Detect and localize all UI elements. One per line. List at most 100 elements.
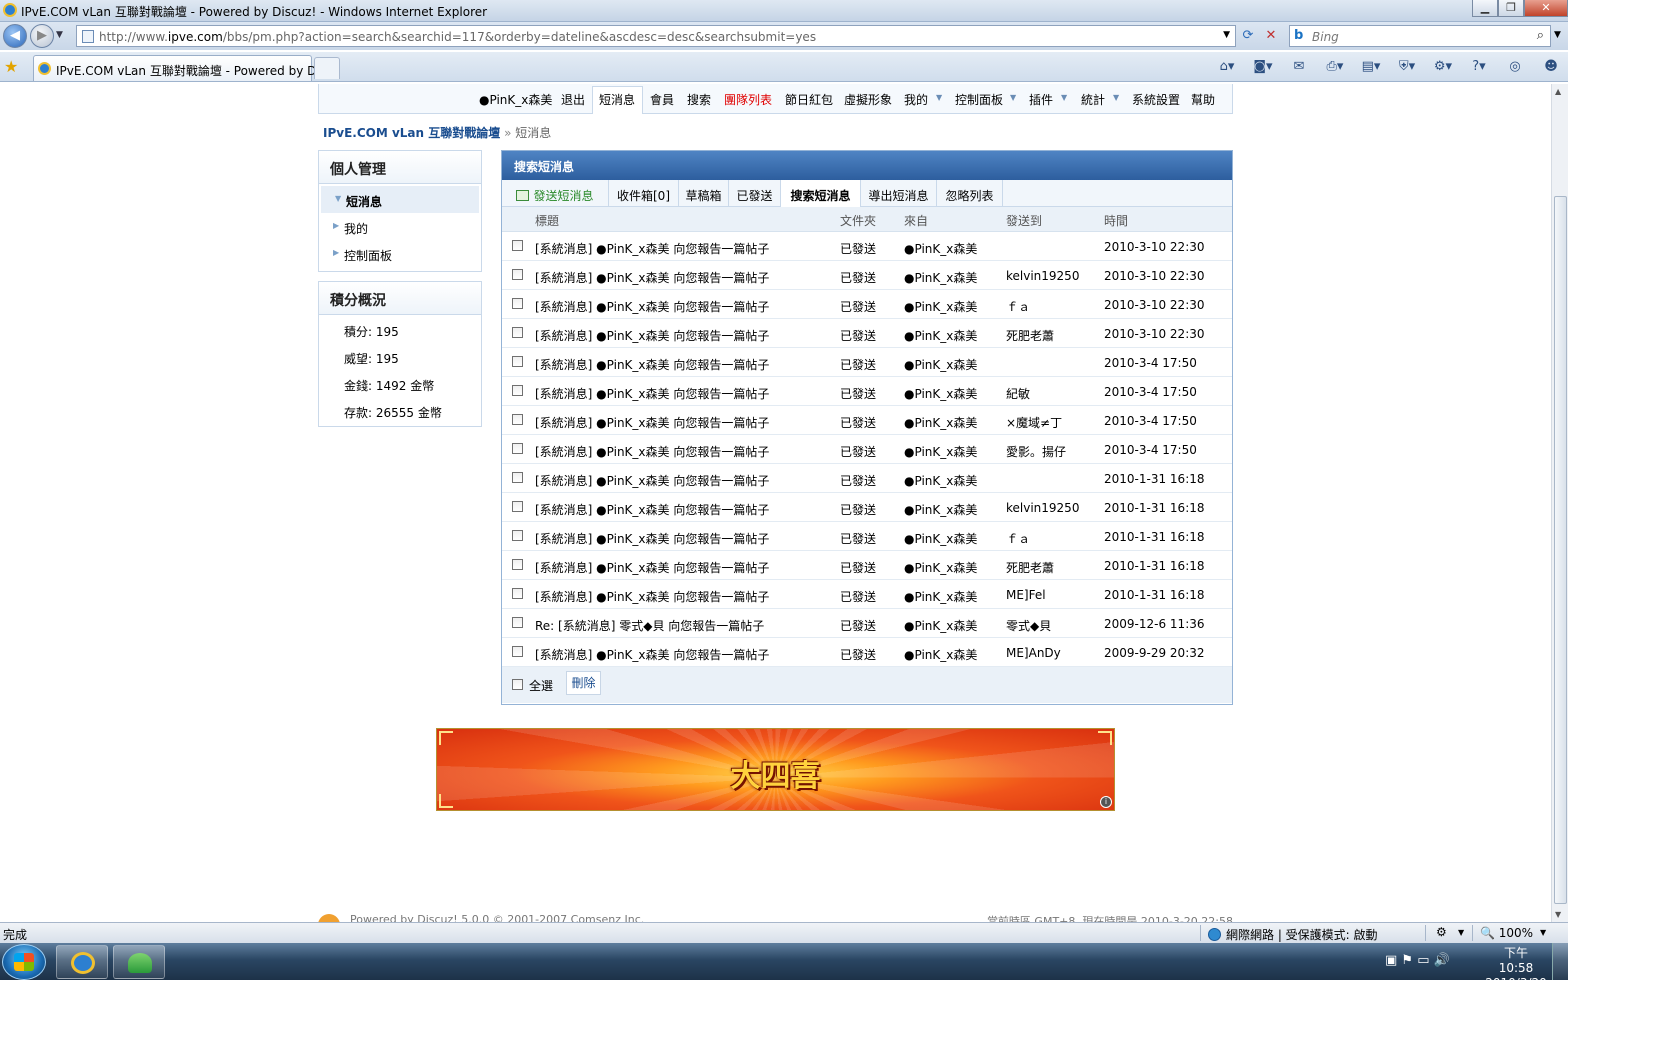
tab-drafts[interactable]: 草稿箱 xyxy=(679,180,729,207)
row-checkbox[interactable] xyxy=(512,385,523,396)
table-row[interactable]: [系統消息] ●PinK_x森美 向您報告一篇帖子 已發送 ●PinK_x森美 kel… xyxy=(502,493,1232,522)
message-to[interactable]: kelvin19250 xyxy=(1006,501,1079,515)
message-to[interactable]: 愛影。揚仔 xyxy=(1006,443,1066,460)
tab-ignore-list[interactable]: 忽略列表 xyxy=(937,180,1003,207)
new-tab-button[interactable] xyxy=(314,57,340,79)
table-row[interactable]: [系統消息] ●PinK_x森美 向您報告一篇帖子 已發送 ●PinK_x森美 紀敏 2… xyxy=(502,377,1232,406)
row-checkbox[interactable] xyxy=(512,646,523,657)
nav-virtual-avatar[interactable]: 虛擬形象 xyxy=(844,91,892,108)
row-checkbox[interactable] xyxy=(512,356,523,367)
message-from[interactable]: ●PinK_x森美 xyxy=(904,530,977,547)
message-from[interactable]: ●PinK_x森美 xyxy=(904,385,977,402)
tab-search-messages[interactable]: 搜索短消息 xyxy=(781,180,861,208)
nav-search[interactable]: 搜索 xyxy=(687,91,711,108)
breadcrumb-home[interactable]: IPvE.COM vLan 互聯對戰論壇 xyxy=(323,126,500,140)
home-icon[interactable]: ⌂▾ xyxy=(1210,56,1244,78)
row-checkbox[interactable] xyxy=(512,501,523,512)
message-to[interactable]: kelvin19250 xyxy=(1006,269,1079,283)
message-subject[interactable]: [系統消息] ●PinK_x森美 向您報告一篇帖子 xyxy=(535,240,769,257)
message-to[interactable]: ME]Fel xyxy=(1006,588,1046,602)
row-checkbox[interactable] xyxy=(512,443,523,454)
protected-mode-dropdown-icon[interactable]: ▼ xyxy=(1458,928,1464,937)
protected-mode-icon[interactable]: ⚙ xyxy=(1436,925,1447,939)
table-row[interactable]: [系統消息] ●PinK_x森美 向您報告一篇帖子 已發送 ●PinK_x森美 死肥老… xyxy=(502,551,1232,580)
tab-active[interactable]: IPvE.COM vLan 互聯對戰論壇 - Powered by Dis... xyxy=(33,55,337,81)
nav-holiday-redpacket[interactable]: 節日紅包 xyxy=(785,91,833,108)
tools-gear-icon[interactable]: ⚙▾ xyxy=(1426,56,1460,78)
message-to[interactable]: ｆａ xyxy=(1006,530,1030,547)
safety-menu-icon[interactable]: ⛨▾ xyxy=(1390,56,1424,78)
table-row[interactable]: Re: [系統消息] 零式◆貝 向您報告一篇帖子 已發送 ●PinK_x森美 零式◆貝… xyxy=(502,609,1232,638)
select-all-checkbox[interactable] xyxy=(512,679,523,690)
message-subject[interactable]: [系統消息] ●PinK_x森美 向您報告一篇帖子 xyxy=(535,327,769,344)
message-from[interactable]: ●PinK_x森美 xyxy=(904,240,977,257)
tab-sent[interactable]: 已發送 xyxy=(729,180,781,207)
message-to[interactable]: ME]AnDy xyxy=(1006,646,1061,660)
sidebar-item-my[interactable]: ▶ 我的 xyxy=(319,213,481,240)
tab-export-messages[interactable]: 導出短消息 xyxy=(861,180,937,207)
message-from[interactable]: ●PinK_x森美 xyxy=(904,443,977,460)
nav-my[interactable]: 我的 xyxy=(904,91,928,108)
table-row[interactable]: [系統消息] ●PinK_x森美 向您報告一篇帖子 已發送 ●PinK_x森美 201… xyxy=(502,464,1232,493)
taskbar-clock[interactable]: 下午 10:58 2010/3/20 xyxy=(1485,946,1547,991)
back-button[interactable]: ◀ xyxy=(3,24,27,48)
search-input[interactable]: b Bing ⌕ xyxy=(1289,25,1551,47)
start-button[interactable] xyxy=(2,944,46,980)
nav-members[interactable]: 會員 xyxy=(650,91,674,108)
message-from[interactable]: ●PinK_x森美 xyxy=(904,327,977,344)
minimize-button[interactable]: ▁ xyxy=(1472,0,1498,17)
scroll-down-icon[interactable]: ▼ xyxy=(1555,910,1561,919)
taskbar-ie-button[interactable] xyxy=(56,945,108,979)
zoom-level[interactable]: 🔍 100% xyxy=(1480,926,1533,940)
message-subject[interactable]: [系統消息] ●PinK_x森美 向您報告一篇帖子 xyxy=(535,472,769,489)
nav-stats-dropdown-icon[interactable]: ▼ xyxy=(1113,93,1119,102)
table-row[interactable]: [系統消息] ●PinK_x森美 向您報告一篇帖子 已發送 ●PinK_x森美 ｆａ 2… xyxy=(502,290,1232,319)
message-from[interactable]: ●PinK_x森美 xyxy=(904,472,977,489)
message-from[interactable]: ●PinK_x森美 xyxy=(904,269,977,286)
message-to[interactable]: 紀敏 xyxy=(1006,385,1030,402)
message-to[interactable]: ｆａ xyxy=(1006,298,1030,315)
message-from[interactable]: ●PinK_x森美 xyxy=(904,617,977,634)
nav-system-settings[interactable]: 系統設置 xyxy=(1132,91,1180,108)
table-row[interactable]: [系統消息] ●PinK_x森美 向您報告一篇帖子 已發送 ●PinK_x森美 ME]… xyxy=(502,638,1232,667)
message-from[interactable]: ●PinK_x森美 xyxy=(904,414,977,431)
address-dropdown-icon[interactable]: ▼ xyxy=(1223,30,1230,40)
table-row[interactable]: [系統消息] ●PinK_x森美 向您報告一篇帖子 已發送 ●PinK_x森美 死肥老… xyxy=(502,319,1232,348)
nav-my-dropdown-icon[interactable]: ▼ xyxy=(936,93,942,102)
message-subject[interactable]: [系統消息] ●PinK_x森美 向您報告一篇帖子 xyxy=(535,588,769,605)
table-row[interactable]: [系統消息] ●PinK_x森美 向您報告一篇帖子 已發送 ●PinK_x森美 kel… xyxy=(502,261,1232,290)
message-to[interactable]: ×魔域≠丁 xyxy=(1006,414,1062,431)
message-from[interactable]: ●PinK_x森美 xyxy=(904,588,977,605)
table-row[interactable]: [系統消息] ●PinK_x森美 向您報告一篇帖子 已發送 ●PinK_x森美 ×魔域… xyxy=(502,406,1232,435)
zoom-dropdown-icon[interactable]: ▼ xyxy=(1540,928,1546,937)
taskbar-messenger-button[interactable] xyxy=(113,945,165,979)
vertical-scrollbar[interactable]: ▲ ▼ xyxy=(1551,84,1568,922)
row-checkbox[interactable] xyxy=(512,530,523,541)
message-subject[interactable]: [系統消息] ●PinK_x森美 向您報告一篇帖子 xyxy=(535,298,769,315)
row-checkbox[interactable] xyxy=(512,269,523,280)
message-from[interactable]: ●PinK_x森美 xyxy=(904,501,977,518)
row-checkbox[interactable] xyxy=(512,414,523,425)
scroll-up-icon[interactable]: ▲ xyxy=(1555,87,1561,96)
nav-short-messages[interactable]: 短消息 xyxy=(599,91,635,108)
messenger-icon[interactable]: ☻ xyxy=(1534,56,1568,78)
mail-icon[interactable]: ✉ xyxy=(1282,56,1316,78)
feeds-icon[interactable]: ◙▾ xyxy=(1246,56,1280,78)
nav-control-panel-dropdown-icon[interactable]: ▼ xyxy=(1010,93,1016,102)
row-checkbox[interactable] xyxy=(512,240,523,251)
help-icon[interactable]: ?▾ xyxy=(1462,56,1496,78)
table-row[interactable]: [系統消息] ●PinK_x森美 向您報告一篇帖子 已發送 ●PinK_x森美 ｆａ 2… xyxy=(502,522,1232,551)
system-tray[interactable]: ▣ ⚑ ▭ 🔊 xyxy=(1385,953,1450,968)
page-menu-icon[interactable]: ▤▾ xyxy=(1354,56,1388,78)
message-subject[interactable]: [系統消息] ●PinK_x森美 向您報告一篇帖子 xyxy=(535,414,769,431)
table-row[interactable]: [系統消息] ●PinK_x森美 向您報告一篇帖子 已發送 ●PinK_x森美 愛影。… xyxy=(502,435,1232,464)
nav-username[interactable]: ●PinK_x森美 xyxy=(479,91,552,108)
message-to[interactable]: 零式◆貝 xyxy=(1006,617,1051,634)
search-dropdown-icon[interactable]: ▼ xyxy=(1554,30,1561,40)
ad-info-icon[interactable]: i xyxy=(1100,796,1112,808)
scroll-thumb[interactable] xyxy=(1554,196,1567,904)
forward-button[interactable]: ▶ xyxy=(30,24,54,48)
close-window-button[interactable]: ✕ xyxy=(1524,0,1568,17)
nav-logout[interactable]: 退出 xyxy=(561,91,585,108)
banner-ad[interactable]: 大四喜 i xyxy=(436,728,1115,811)
